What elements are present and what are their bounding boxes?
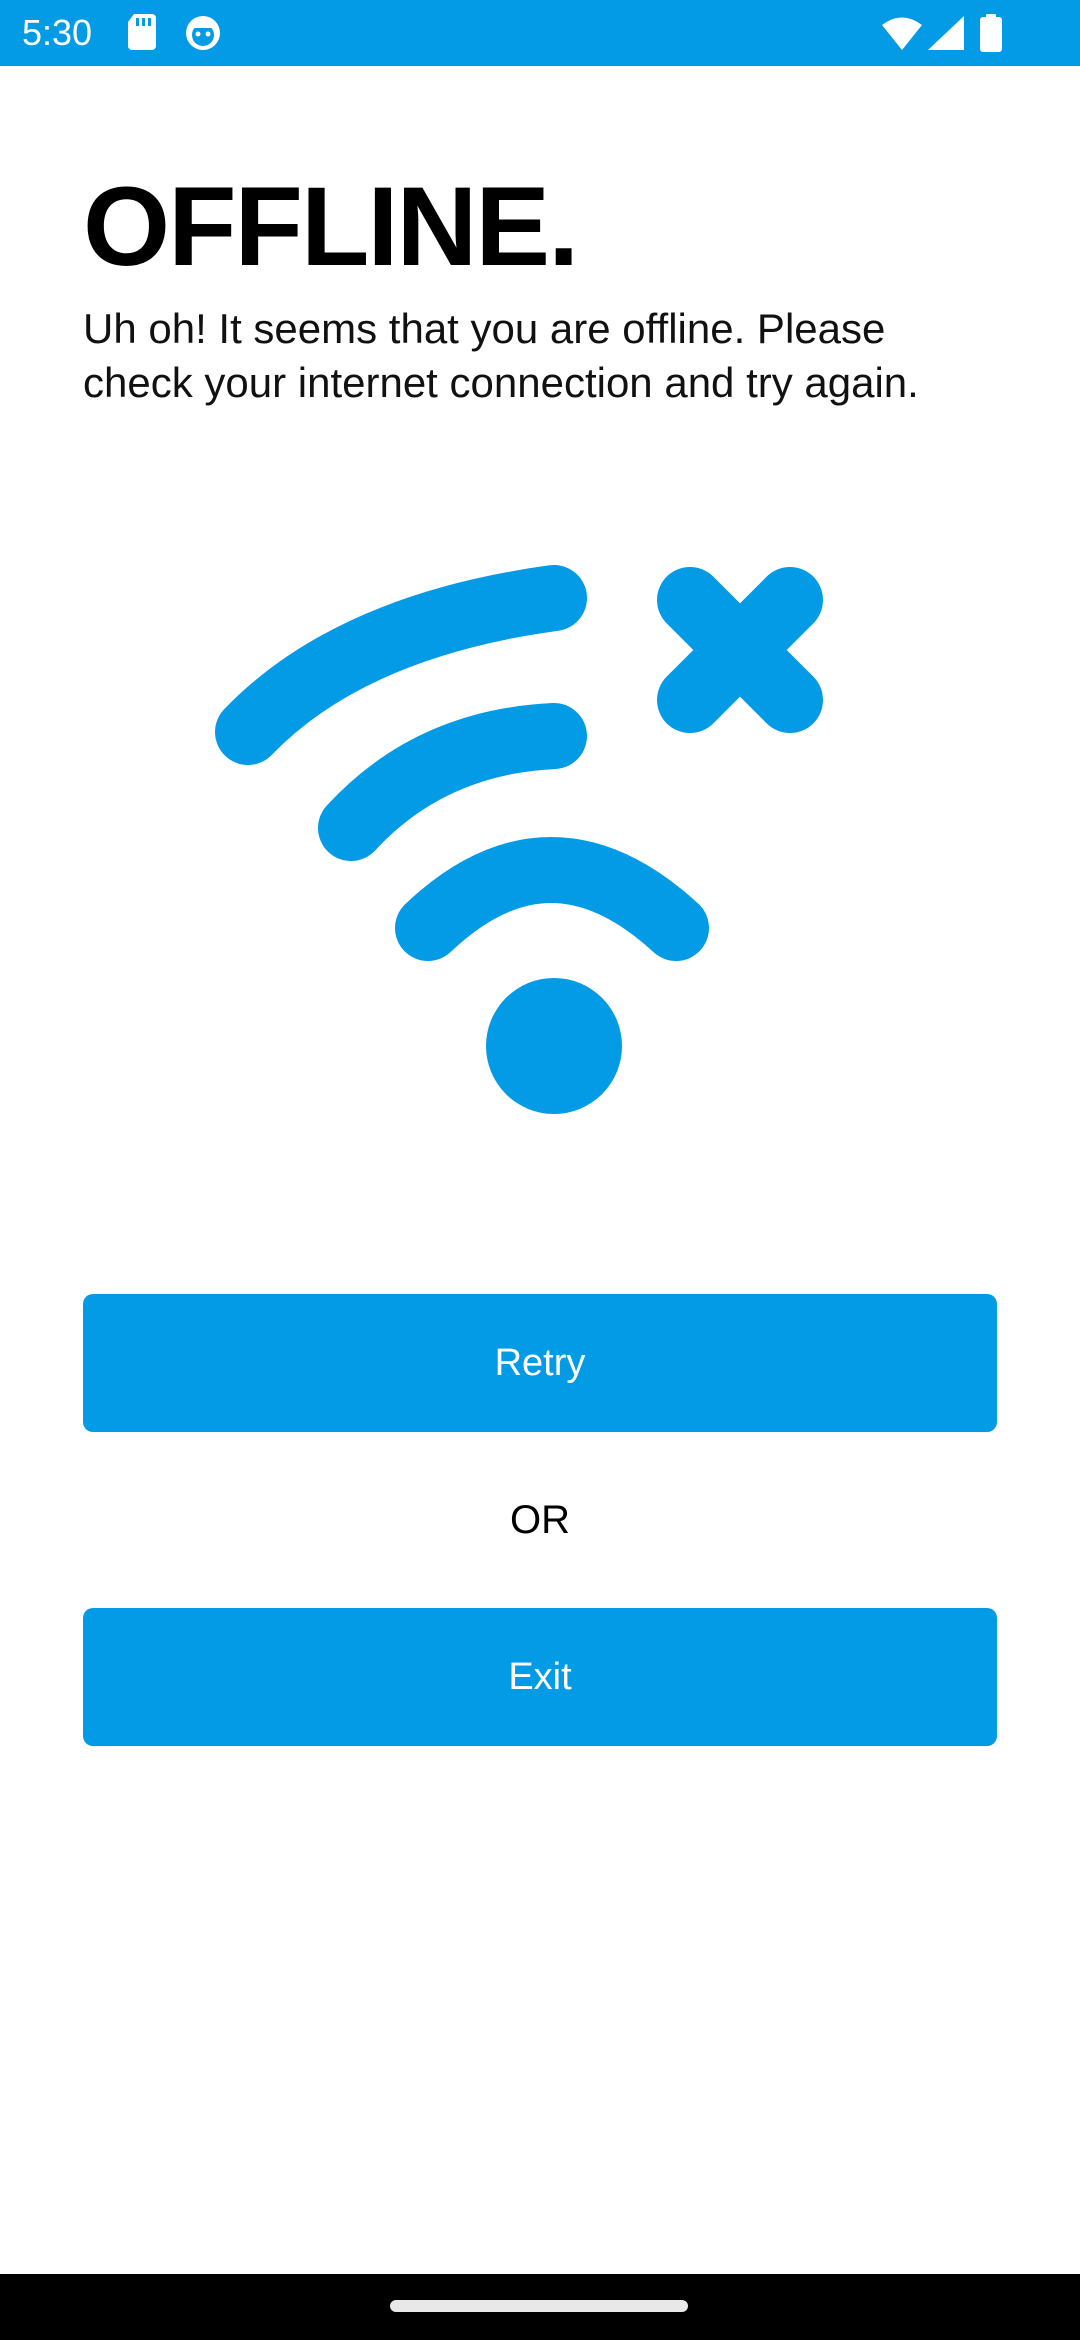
- retry-button[interactable]: Retry: [83, 1294, 997, 1432]
- home-indicator[interactable]: [390, 2300, 688, 2312]
- sd-card-icon: [128, 14, 156, 55]
- android-face-icon: [184, 14, 222, 57]
- page-title: OFFLINE.: [83, 164, 579, 289]
- wifi-off-icon: [210, 556, 890, 1136]
- offline-message: Uh oh! It seems that you are offline. Pl…: [83, 305, 919, 406]
- navigation-bar: [0, 2274, 1080, 2340]
- or-separator: OR: [510, 1498, 570, 1542]
- cell-signal-icon: [928, 16, 964, 55]
- wifi-icon: [882, 16, 922, 55]
- status-time: 5:30: [22, 12, 93, 53]
- battery-icon: [980, 14, 1002, 57]
- exit-button[interactable]: Exit: [83, 1608, 997, 1746]
- status-bar: 5:30: [0, 0, 1080, 66]
